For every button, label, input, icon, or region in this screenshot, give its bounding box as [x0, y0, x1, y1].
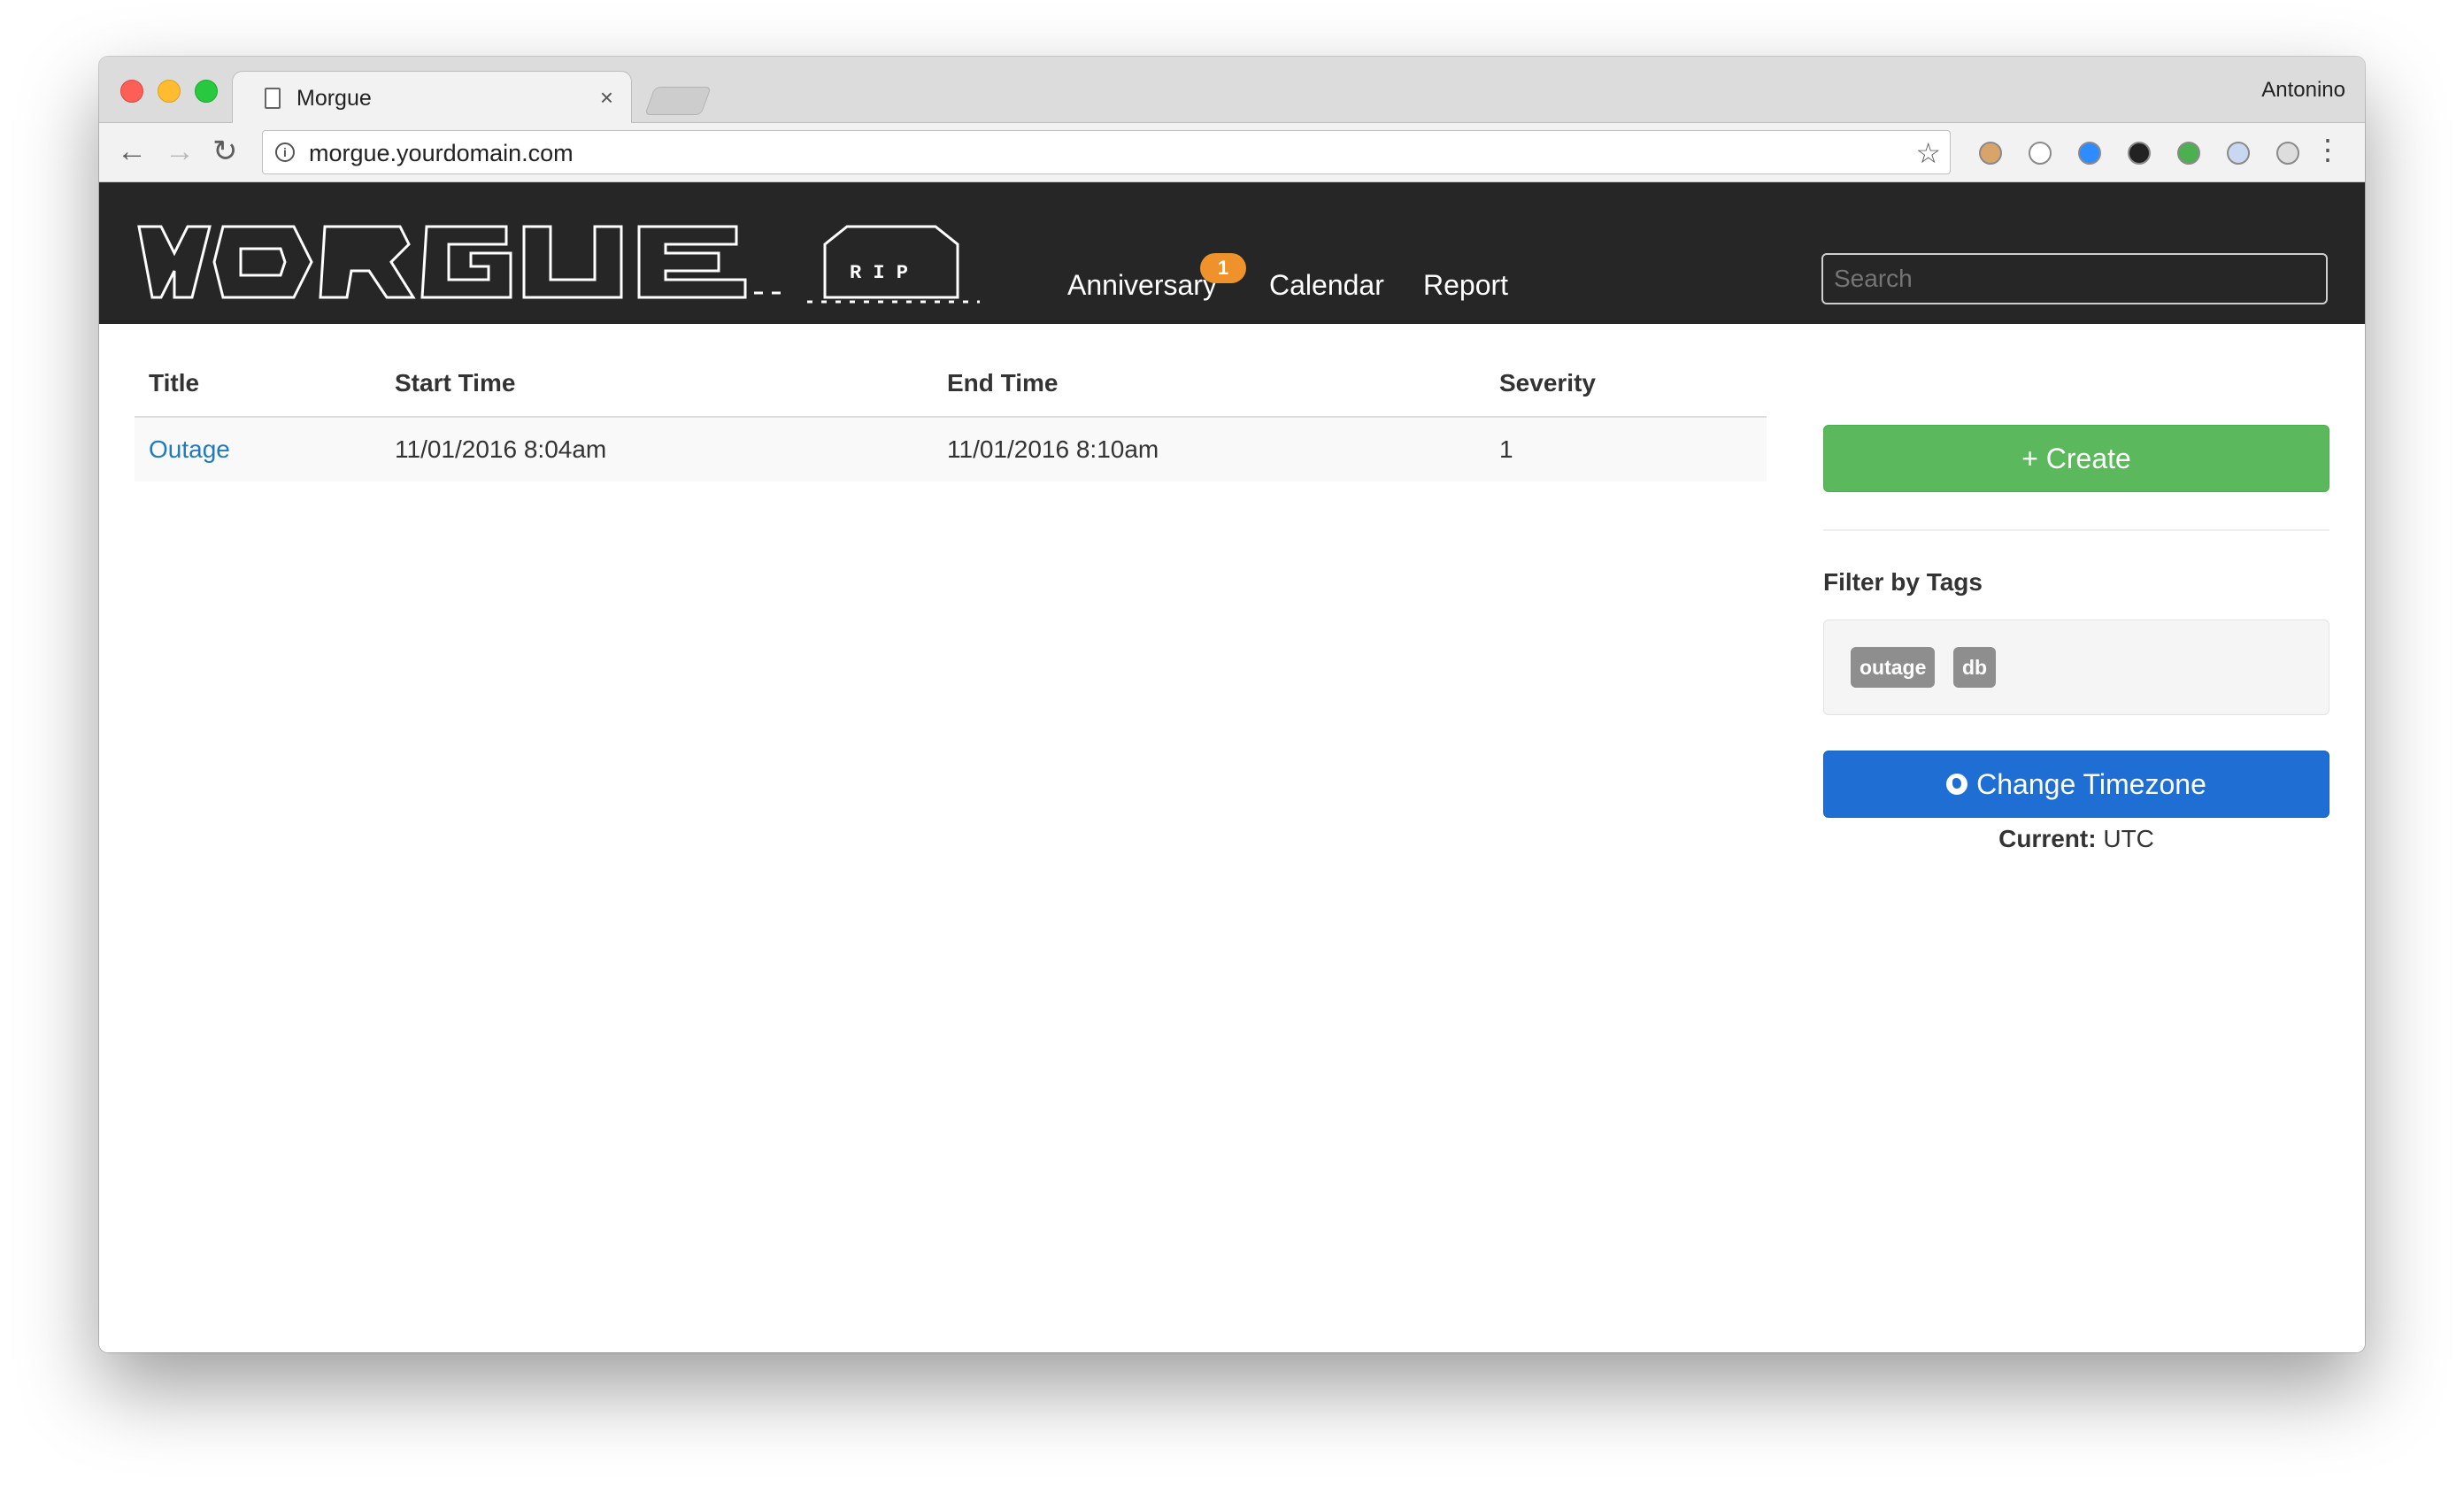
tab-title: Morgue: [296, 86, 372, 111]
current-value: UTC: [2103, 825, 2154, 852]
window-controls: [120, 80, 218, 103]
filter-tags-title: Filter by Tags: [1823, 568, 1983, 596]
url-text[interactable]: morgue.yourdomain.com: [309, 140, 574, 167]
events-table: Title Start Time End Time Severity Outag…: [135, 350, 1767, 481]
tag-outage[interactable]: outage: [1851, 647, 1936, 688]
tab-close-icon[interactable]: ×: [600, 84, 613, 112]
menu-icon[interactable]: ⋮: [2314, 132, 2342, 167]
current-label: Current:: [1998, 825, 2097, 852]
info-icon[interactable]: i: [275, 142, 295, 162]
event-title-link[interactable]: Outage: [149, 435, 230, 463]
browser-tab[interactable]: Morgue ×: [232, 71, 632, 125]
reload-icon[interactable]: ↻: [212, 134, 238, 169]
event-start-cell: 11/01/2016 8:04am: [381, 417, 933, 481]
zoom-window-button[interactable]: [195, 80, 218, 103]
page-icon: [265, 88, 281, 109]
nav-report[interactable]: Report: [1423, 269, 1508, 302]
browser-toolbar: ← → ↻ i morgue.yourdomain.com ☆ ⋮: [99, 123, 2365, 182]
divider: [1823, 529, 2329, 531]
forward-arrow-icon[interactable]: →: [165, 134, 195, 169]
ext-dark-icon[interactable]: [2128, 142, 2151, 165]
svg-text:R I P: R I P: [850, 262, 908, 284]
ext-gray-icon[interactable]: [2276, 142, 2299, 165]
ext-blue-icon[interactable]: [2078, 142, 2101, 165]
back-arrow-icon[interactable]: ←: [117, 134, 147, 169]
morgue-logo[interactable]: R I P: [135, 209, 1020, 315]
browser-window: Morgue × Antonino ← → ↻ i morgue.yourdom…: [99, 57, 2365, 1352]
anniversary-badge: 1: [1200, 253, 1246, 283]
change-timezone-label: Change Timezone: [1976, 768, 2206, 800]
tag-db[interactable]: db: [1953, 647, 1997, 688]
navbar: R I P Anniversary 1 Calendar Report: [99, 182, 2365, 324]
tag-filter-panel: outage db: [1823, 620, 2329, 715]
event-title-cell: Outage: [135, 417, 381, 481]
event-severity-cell: 1: [1485, 417, 1767, 481]
search-input[interactable]: [1821, 253, 2328, 304]
tab-strip: Morgue × Antonino: [99, 57, 2365, 125]
table-row: Outage 11/01/2016 8:04am 11/01/2016 8:10…: [135, 417, 1767, 481]
close-window-button[interactable]: [120, 80, 143, 103]
nav-anniversary[interactable]: Anniversary: [1067, 269, 1217, 302]
ext-tan-icon[interactable]: [1979, 142, 2002, 165]
table-header-row: Title Start Time End Time Severity: [135, 350, 1767, 418]
globe-icon: [1946, 773, 1968, 795]
current-timezone: Current: UTC: [1823, 825, 2329, 853]
ext-flag-icon[interactable]: [2227, 142, 2250, 165]
header-start-time[interactable]: Start Time: [381, 350, 933, 418]
morgue-page: R I P Anniversary 1 Calendar Report Titl…: [99, 182, 2365, 1352]
profile-name[interactable]: Antonino: [2261, 78, 2345, 103]
nav-calendar[interactable]: Calendar: [1269, 269, 1384, 302]
ext-green-icon[interactable]: [2177, 142, 2200, 165]
minimize-window-button[interactable]: [158, 80, 181, 103]
bookmark-star-icon[interactable]: ☆: [1915, 136, 1941, 170]
header-end-time[interactable]: End Time: [933, 350, 1485, 418]
header-severity[interactable]: Severity: [1485, 350, 1767, 418]
create-button[interactable]: + Create: [1823, 425, 2329, 492]
change-timezone-button[interactable]: Change Timezone: [1823, 751, 2329, 818]
header-title[interactable]: Title: [135, 350, 381, 418]
ext-block-icon[interactable]: [2029, 142, 2052, 165]
event-end-cell: 11/01/2016 8:10am: [933, 417, 1485, 481]
address-bar[interactable]: i morgue.yourdomain.com ☆: [262, 130, 1951, 174]
new-tab-button[interactable]: [644, 87, 712, 115]
